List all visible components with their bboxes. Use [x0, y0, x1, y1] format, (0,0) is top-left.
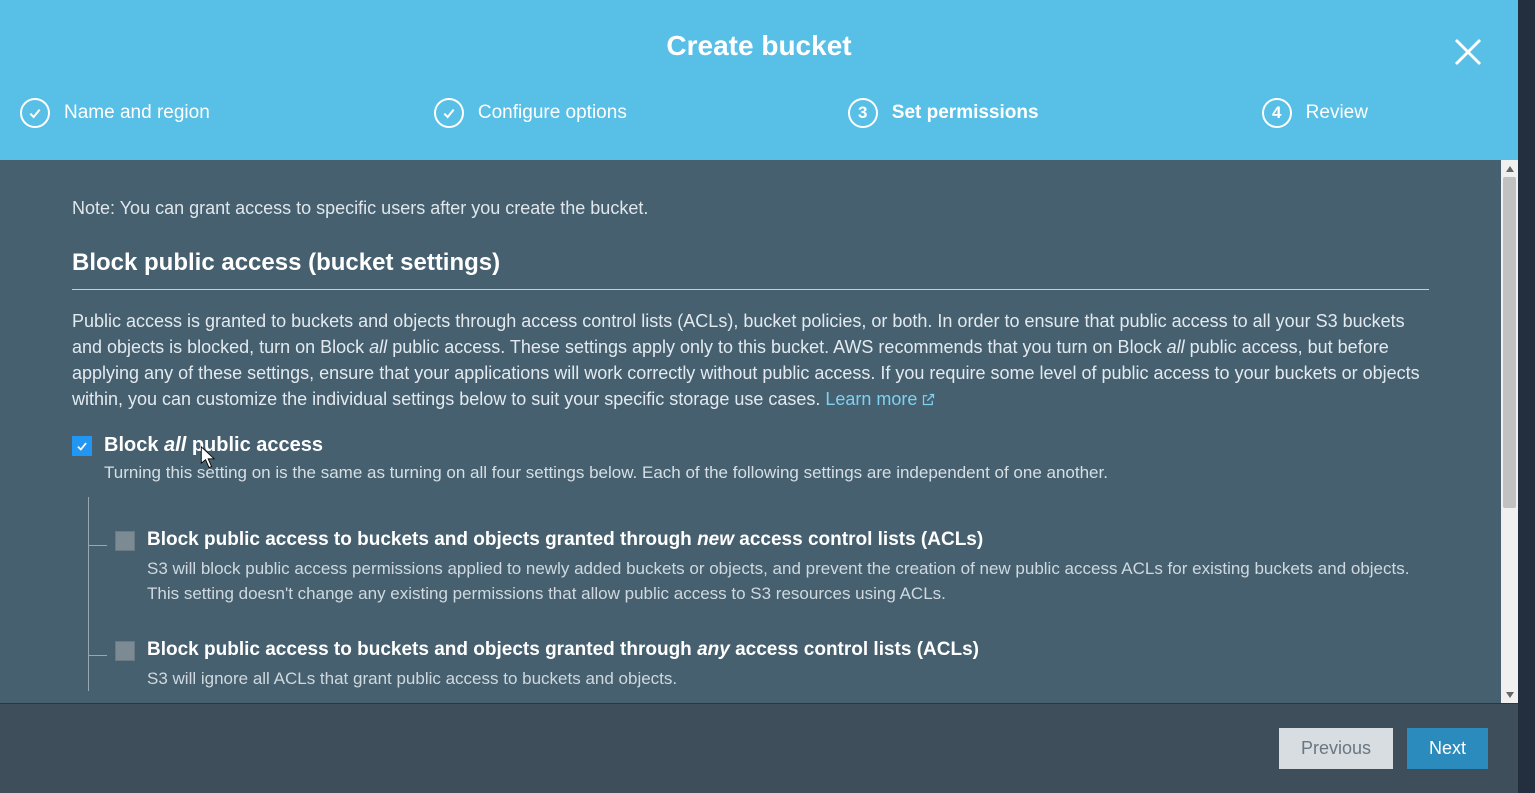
scrollbar-track[interactable] — [1501, 177, 1518, 686]
block-any-acls-helper: S3 will ignore all ACLs that grant publi… — [147, 667, 1429, 692]
modal-footer: Previous Next — [0, 703, 1518, 793]
block-all-public-access-label: Block all public access — [104, 434, 323, 457]
block-new-acls-label: Block public access to buckets and objec… — [147, 529, 983, 551]
check-icon — [434, 98, 464, 128]
block-any-acls-checkbox[interactable] — [115, 641, 135, 661]
step-label: Name and region — [64, 102, 210, 124]
scroll-up-arrow-icon[interactable] — [1501, 160, 1518, 177]
external-link-icon — [921, 392, 936, 407]
check-icon — [20, 98, 50, 128]
block-new-acls-checkbox[interactable] — [115, 531, 135, 551]
step-configure-options[interactable]: Configure options — [434, 98, 848, 128]
block-new-acls-item: Block public access to buckets and objec… — [89, 497, 1429, 606]
divider — [72, 289, 1429, 290]
scrollbar-thumb[interactable] — [1503, 177, 1516, 508]
close-icon — [1450, 34, 1486, 70]
create-bucket-modal: Create bucket Name and region Configure … — [0, 0, 1518, 793]
wizard-steps: Name and region Configure options 3 Set … — [0, 98, 1518, 128]
modal-body: Note: You can grant access to specific u… — [0, 160, 1501, 703]
section-description: Public access is granted to buckets and … — [72, 308, 1429, 412]
close-button[interactable] — [1450, 34, 1486, 70]
step-label: Set permissions — [892, 102, 1039, 124]
step-number-icon: 3 — [848, 98, 878, 128]
block-new-acls-helper: S3 will block public access permissions … — [147, 557, 1429, 606]
block-all-helper-text: Turning this setting on is the same as t… — [104, 463, 1429, 483]
modal-title: Create bucket — [0, 0, 1518, 62]
step-set-permissions[interactable]: 3 Set permissions — [848, 98, 1262, 128]
next-button[interactable]: Next — [1407, 728, 1488, 769]
vertical-scrollbar[interactable] — [1501, 160, 1518, 703]
block-any-acls-item: Block public access to buckets and objec… — [89, 607, 1429, 692]
learn-more-link[interactable]: Learn more — [825, 386, 936, 412]
modal-header: Create bucket Name and region Configure … — [0, 0, 1518, 160]
step-name-and-region[interactable]: Name and region — [20, 98, 434, 128]
block-any-acls-label: Block public access to buckets and objec… — [147, 639, 979, 661]
note-text: Note: You can grant access to specific u… — [72, 198, 1429, 219]
block-all-public-access-checkbox[interactable] — [72, 436, 92, 456]
sub-settings-tree: Block public access to buckets and objec… — [88, 497, 1429, 691]
step-label: Configure options — [478, 102, 627, 124]
checkmark-icon — [75, 439, 89, 453]
step-review[interactable]: 4 Review — [1262, 98, 1368, 128]
step-number-icon: 4 — [1262, 98, 1292, 128]
scroll-down-arrow-icon[interactable] — [1501, 686, 1518, 703]
block-all-public-access-row: Block all public access — [72, 434, 1429, 457]
section-title: Block public access (bucket settings) — [72, 249, 1429, 277]
previous-button[interactable]: Previous — [1279, 728, 1393, 769]
step-label: Review — [1306, 102, 1368, 124]
